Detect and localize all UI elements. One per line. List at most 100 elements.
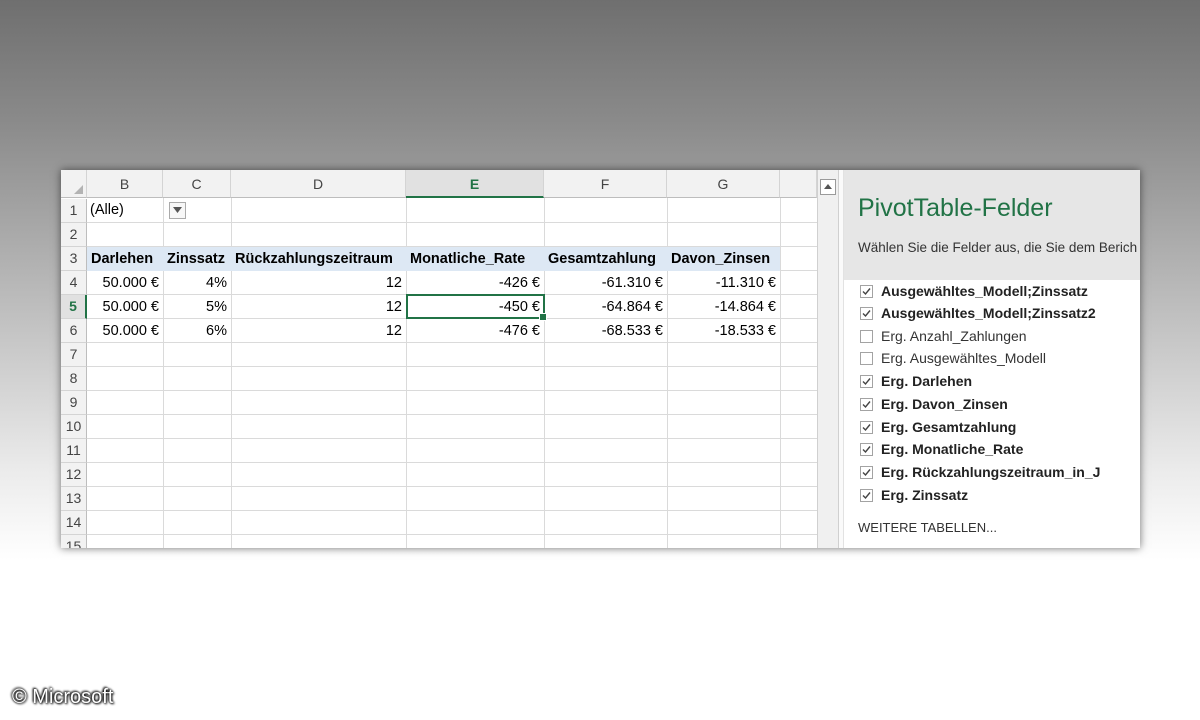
check-icon [862,400,871,408]
checkbox[interactable] [860,465,873,479]
table-cell[interactable]: -18.533 € [667,319,780,343]
grid-line [780,198,781,548]
field-label: Erg. Anzahl_Zahlungen [881,328,1027,344]
field-item[interactable]: Erg. Monatliche_Rate [860,438,1023,460]
field-label: Erg. Davon_Zinsen [881,396,1008,412]
table-cell[interactable]: 50.000 € [87,271,163,295]
active-table-cell[interactable]: -450 € [406,295,544,319]
field-item[interactable]: Erg. Zinssatz [860,484,968,506]
table-cell[interactable]: 5% [163,295,231,319]
row-header-12[interactable]: 12 [61,463,87,487]
vertical-scrollbar[interactable] [817,170,839,548]
field-label: Erg. Gesamtzahlung [881,419,1017,435]
field-label: Erg. Monatliche_Rate [881,441,1024,457]
table-cell[interactable]: 6% [163,319,231,343]
pane-title: PivotTable-Felder [858,194,1053,222]
copyright-notice: © Microsoft [12,686,114,708]
filter-dropdown-button[interactable] [169,202,186,219]
grid-line [87,510,817,511]
field-item[interactable]: Erg. Davon_Zinsen [860,393,1008,415]
row-header-15[interactable]: 15 [61,535,87,548]
field-item[interactable]: Ausgewähltes_Modell;Zinssatz2 [860,302,1096,324]
table-cell[interactable]: 12 [231,319,406,343]
table-cell[interactable]: 12 [231,295,406,319]
column-header-b[interactable]: B [87,170,163,198]
row-header-6[interactable]: 6 [61,319,87,343]
table-cell[interactable]: -14.864 € [667,295,780,319]
checkbox[interactable] [860,329,873,343]
column-header-next[interactable] [780,170,817,198]
spreadsheet-grid[interactable]: B C D E F G 1 2 3 4 5 6 7 8 9 10 11 12 1… [61,170,817,548]
more-tables-link[interactable]: WEITERE TABELLEN... [858,520,997,535]
column-header-f[interactable]: F [544,170,667,198]
table-cell[interactable]: -68.533 € [544,319,667,343]
row-header-13[interactable]: 13 [61,487,87,511]
row-header-2[interactable]: 2 [61,223,87,247]
row-header-9[interactable]: 9 [61,391,87,415]
field-item[interactable]: Erg. Rückzahlungszeitraum_in_J [860,461,1100,483]
field-item[interactable]: Erg. Darlehen [860,370,972,392]
pivottable-fields-pane: PivotTable-Felder Wählen Sie die Felder … [844,170,1140,548]
table-cell[interactable]: -64.864 € [544,295,667,319]
field-list: Ausgewähltes_Modell;Zinssatz Ausgewählte… [844,280,1140,548]
table-cell[interactable]: 12 [231,271,406,295]
grid-line [87,414,817,415]
table-cell[interactable]: -426 € [406,271,544,295]
field-label: Erg. Darlehen [881,373,973,389]
row-header-14[interactable]: 14 [61,511,87,535]
column-header-g[interactable]: G [667,170,780,198]
table-cell[interactable]: -476 € [406,319,544,343]
report-filter-cell[interactable]: (Alle) [87,199,186,222]
field-label: Erg. Rückzahlungszeitraum_in_J [881,464,1101,480]
grid-line [87,390,817,391]
column-header-c[interactable]: C [163,170,231,198]
table-cell[interactable]: -11.310 € [667,271,780,295]
pivot-header-cell[interactable]: Monatliche_Rate [406,247,544,271]
scroll-up-button[interactable] [820,179,836,195]
table-cell[interactable]: 50.000 € [87,295,163,319]
check-icon [862,423,871,431]
row-header-4[interactable]: 4 [61,271,87,295]
pivot-header-cell[interactable]: Davon_Zinsen [667,247,780,271]
pane-subtitle: Wählen Sie die Felder aus, die Sie dem B… [858,240,1138,255]
row-header-5[interactable]: 5 [61,295,87,319]
table-cell[interactable]: 4% [163,271,231,295]
pivot-header-cell[interactable]: Gesamtzahlung [544,247,667,271]
field-item[interactable]: Ausgewähltes_Modell;Zinssatz [860,280,1088,302]
chevron-down-icon [173,207,182,213]
row-header-10[interactable]: 10 [61,415,87,439]
field-item[interactable]: Erg. Gesamtzahlung [860,416,1016,438]
checkbox[interactable] [860,374,873,388]
checkbox[interactable] [860,284,873,298]
pivot-header-cell[interactable]: Rückzahlungszeitraum [231,247,406,271]
grid-line [87,222,817,223]
checkbox[interactable] [860,442,873,456]
excel-window: B C D E F G 1 2 3 4 5 6 7 8 9 10 11 12 1… [61,170,1140,548]
field-item[interactable]: Erg. Anzahl_Zahlungen [860,325,1027,347]
report-filter-value: (Alle) [90,202,124,218]
field-label: Erg. Zinssatz [881,487,969,503]
row-header-7[interactable]: 7 [61,343,87,367]
pivot-header-cell[interactable]: Zinssatz [163,247,231,271]
pivot-header-cell[interactable]: Darlehen [87,247,163,271]
checkbox[interactable] [860,351,873,365]
row-header-3[interactable]: 3 [61,247,87,271]
select-all-corner[interactable] [61,170,87,198]
grid-line [87,366,817,367]
grid-line [87,462,817,463]
grid-line [87,438,817,439]
check-icon [862,445,871,453]
checkbox[interactable] [860,420,873,434]
checkbox[interactable] [860,306,873,320]
checkbox[interactable] [860,397,873,411]
grid-line [87,534,817,535]
table-cell[interactable]: 50.000 € [87,319,163,343]
row-header-11[interactable]: 11 [61,439,87,463]
row-header-1[interactable]: 1 [61,199,87,223]
table-cell[interactable]: -61.310 € [544,271,667,295]
checkbox[interactable] [860,488,873,502]
column-header-d[interactable]: D [231,170,406,198]
row-header-8[interactable]: 8 [61,367,87,391]
field-item[interactable]: Erg. Ausgewähltes_Modell [860,347,1046,369]
column-header-e[interactable]: E [406,170,544,198]
